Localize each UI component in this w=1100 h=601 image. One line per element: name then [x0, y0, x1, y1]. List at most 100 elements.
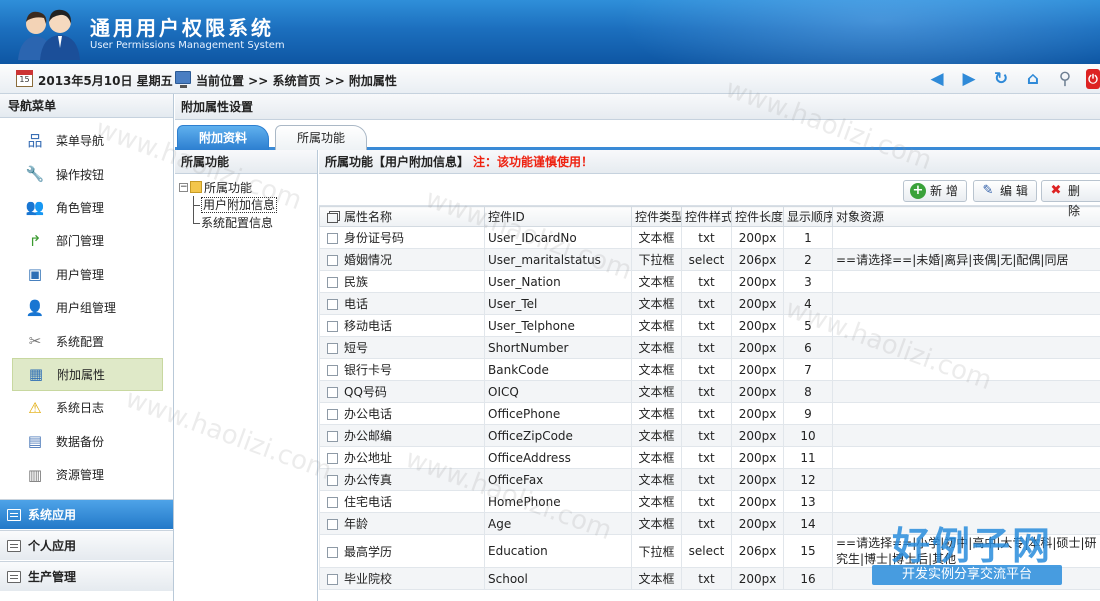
refresh-icon[interactable]: ↻ [990, 69, 1012, 89]
cell-order: 5 [783, 314, 833, 337]
tree-node-system-config[interactable]: 系统配置信息 [179, 214, 317, 232]
delete-icon: ✖ [1050, 183, 1062, 198]
row-checkbox[interactable] [327, 519, 338, 530]
back-arrow-icon[interactable]: ◀ [926, 69, 948, 89]
cell-control-id: OfficePhone [484, 402, 632, 425]
copy-icon [327, 212, 338, 223]
sidebar-item-system-config[interactable]: ✂ 系统配置 [0, 324, 173, 357]
table-row[interactable]: 移动电话 User_Telphone 文本框 txt 200px 5 [319, 314, 1100, 337]
table-row[interactable]: 银行卡号 BankCode 文本框 txt 200px 7 [319, 358, 1100, 381]
cell-control-type: 文本框 [631, 402, 682, 425]
table-row[interactable]: 最高学历 Education 下拉框 select 206px 15 ==请选择==|小学|… [319, 534, 1100, 568]
table-row[interactable]: 婚姻情况 User_maritalstatus 下拉框 select 206px 2 ==请… [319, 248, 1100, 271]
column-header-resource: 对象资源 [832, 206, 1100, 227]
row-checkbox[interactable] [327, 255, 338, 266]
sitemap-icon: 品 [27, 132, 43, 151]
cell-name: 婚姻情况 [319, 248, 485, 271]
row-checkbox[interactable] [327, 409, 338, 420]
cell-control-width: 200px [731, 512, 784, 535]
sidebar-item-user-groups[interactable]: 👤 用户组管理 [0, 291, 173, 324]
collapse-toggle-icon[interactable]: − [179, 182, 188, 192]
cell-control-style: txt [681, 336, 732, 359]
table-row[interactable]: 办公传真 OfficeFax 文本框 txt 200px 12 [319, 468, 1100, 491]
table-row[interactable]: QQ号码 OICQ 文本框 txt 200px 8 [319, 380, 1100, 403]
table-row[interactable]: 身份证号码 User_IDcardNo 文本框 txt 200px 1 [319, 226, 1100, 249]
exit-icon[interactable]: ⏻ [1086, 69, 1100, 89]
cell-control-style: txt [681, 512, 732, 535]
row-checkbox[interactable] [327, 277, 338, 288]
warning-text: 注：该功能谨慎使用！ [473, 155, 594, 169]
add-button[interactable]: + 新 增 [903, 180, 967, 202]
section-personal-apps[interactable]: 个人应用 [0, 530, 173, 560]
cell-resource [832, 270, 1100, 293]
cell-order: 13 [783, 490, 833, 513]
sidebar-item-label: 用户管理 [56, 267, 105, 282]
cell-control-style: txt [681, 270, 732, 293]
row-checkbox[interactable] [327, 343, 338, 354]
calendar-icon: 15 [16, 70, 33, 87]
row-checkbox[interactable] [327, 574, 338, 585]
row-checkbox[interactable] [327, 387, 338, 398]
table-row[interactable]: 电话 User_Tel 文本框 txt 200px 4 [319, 292, 1100, 315]
tree-title: 所属功能 [175, 150, 317, 174]
table-row[interactable]: 住宅电话 HomePhone 文本框 txt 200px 13 [319, 490, 1100, 513]
table-row[interactable]: 办公电话 OfficePhone 文本框 txt 200px 9 [319, 402, 1100, 425]
edit-button[interactable]: ✎ 编 辑 [973, 180, 1037, 202]
sidebar-item-label: 系统配置 [56, 334, 105, 349]
row-checkbox[interactable] [327, 453, 338, 464]
row-checkbox[interactable] [327, 431, 338, 442]
row-checkbox[interactable] [327, 475, 338, 486]
sidebar-item-properties[interactable]: ▦ 附加属性 [12, 357, 163, 392]
row-checkbox[interactable] [327, 233, 338, 244]
row-checkbox[interactable] [327, 299, 338, 310]
sidebar-item-label: 部门管理 [56, 234, 105, 249]
cell-control-style: select [681, 534, 732, 568]
cell-order: 4 [783, 292, 833, 315]
cell-control-style: txt [681, 468, 732, 491]
content-title: 所属功能【用户附加信息】 注：该功能谨慎使用！ [319, 150, 1100, 174]
row-checkbox[interactable] [327, 546, 338, 558]
cell-control-type: 文本框 [631, 490, 682, 513]
cell-name: 办公电话 [319, 402, 485, 425]
sidebar-item-menu-nav[interactable]: 品菜单导航 [0, 124, 173, 157]
cell-name: 办公地址 [319, 446, 485, 469]
section-label: 个人应用 [28, 539, 77, 553]
sidebar-item-users[interactable]: ▣ 用户管理 [0, 258, 173, 291]
tab-additional-info[interactable]: 附加资料 [177, 125, 269, 150]
row-checkbox[interactable] [327, 321, 338, 332]
sidebar-item-system-log[interactable]: ⚠ 系统日志 [0, 391, 173, 424]
table-row[interactable]: 办公邮编 OfficeZipCode 文本框 txt 200px 10 [319, 424, 1100, 447]
cell-control-width: 200px [731, 402, 784, 425]
table-row[interactable]: 年龄 Age 文本框 txt 200px 14 [319, 512, 1100, 535]
backup-icon: ▤ [27, 432, 43, 451]
home-icon[interactable]: ⌂ [1022, 69, 1044, 89]
add-icon: + [910, 183, 926, 199]
tree-root[interactable]: − 所属功能 [179, 178, 317, 196]
section-system-apps[interactable]: 系统应用 [0, 499, 173, 529]
sidebar-item-backup[interactable]: ▤ 数据备份 [0, 425, 173, 458]
row-checkbox[interactable] [327, 497, 338, 508]
table-row[interactable]: 毕业院校 School 文本框 txt 200px 16 [319, 567, 1100, 590]
table-row[interactable]: 短号 ShortNumber 文本框 txt 200px 6 [319, 336, 1100, 359]
cell-resource [832, 336, 1100, 359]
tree-node-label: 用户附加信息 [201, 197, 278, 213]
table-row[interactable]: 民族 User_Nation 文本框 txt 200px 3 [319, 270, 1100, 293]
sidebar-item-buttons[interactable]: 🔧 操作按钮 [0, 157, 173, 190]
section-production[interactable]: 生产管理 [0, 561, 173, 591]
sidebar-item-departments[interactable]: ↱ 部门管理 [0, 224, 173, 257]
cell-control-width: 200px [731, 314, 784, 337]
search-icon[interactable]: ⚲ [1054, 69, 1076, 89]
tree-node-user-info[interactable]: 用户附加信息 [179, 196, 317, 214]
tab-owner-function[interactable]: 所属功能 [275, 125, 367, 150]
sidebar: 导航菜单 品菜单导航 🔧 操作按钮 👥 角色管理 ↱ 部门管理 ▣ 用户管理 👤 用户组管… [0, 94, 174, 601]
cell-resource [832, 226, 1100, 249]
cell-resource [832, 380, 1100, 403]
warning-icon: ⚠ [28, 398, 42, 417]
delete-button[interactable]: ✖ 删 除 [1041, 180, 1100, 218]
sidebar-item-resources[interactable]: ▥ 资源管理 [0, 458, 173, 491]
sidebar-item-roles[interactable]: 👥 角色管理 [0, 191, 173, 224]
table-row[interactable]: 办公地址 OfficeAddress 文本框 txt 200px 11 [319, 446, 1100, 469]
row-checkbox[interactable] [327, 365, 338, 376]
wrench-icon: 🔧 [25, 165, 45, 184]
forward-arrow-icon[interactable]: ▶ [958, 69, 980, 89]
